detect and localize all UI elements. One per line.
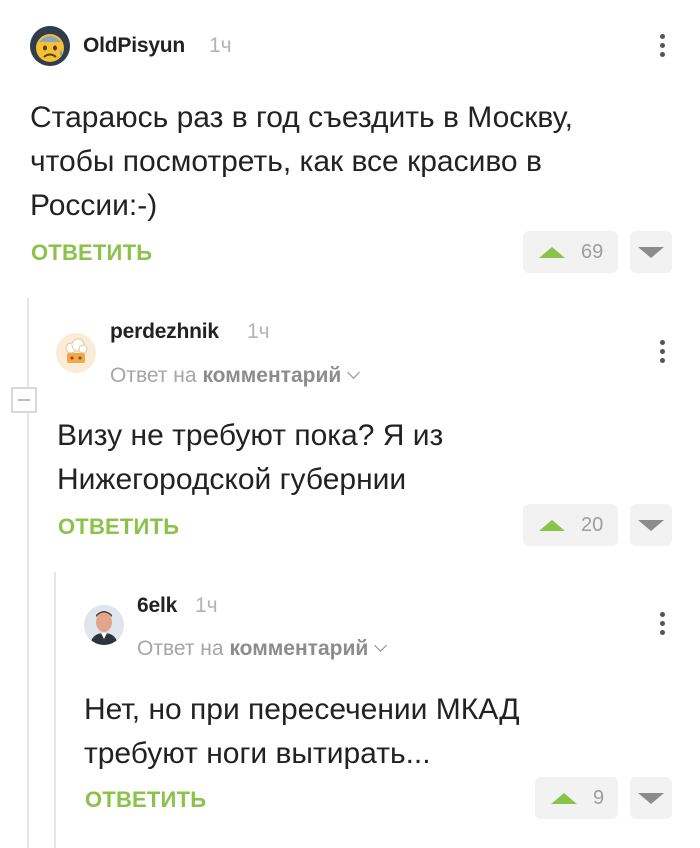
avatar[interactable] xyxy=(84,605,124,645)
comment-text: Нет, но при пересечении МКАД требуют ног… xyxy=(84,693,520,770)
downvote-button[interactable] xyxy=(630,777,672,819)
reply-button[interactable]: ОТВЕТИТЬ xyxy=(85,787,206,813)
downvote-arrow-icon xyxy=(638,792,664,804)
author-name[interactable]: 6elk xyxy=(137,594,177,618)
chevron-down-icon xyxy=(374,639,388,652)
upvote-arrow-icon xyxy=(551,792,577,804)
upvote-button[interactable]: 9 xyxy=(535,777,618,819)
man-portrait-icon xyxy=(84,605,124,645)
more-options-icon[interactable] xyxy=(660,612,666,639)
comment: 6elk 1ч Ответ на комментарий Нет, но при… xyxy=(0,0,700,848)
vote-count: 9 xyxy=(593,786,605,809)
reply-to-comment-link[interactable]: комментарий xyxy=(229,637,368,660)
timestamp: 1ч xyxy=(195,594,218,617)
reply-to-link[interactable]: Ответ на комментарий xyxy=(137,637,388,661)
